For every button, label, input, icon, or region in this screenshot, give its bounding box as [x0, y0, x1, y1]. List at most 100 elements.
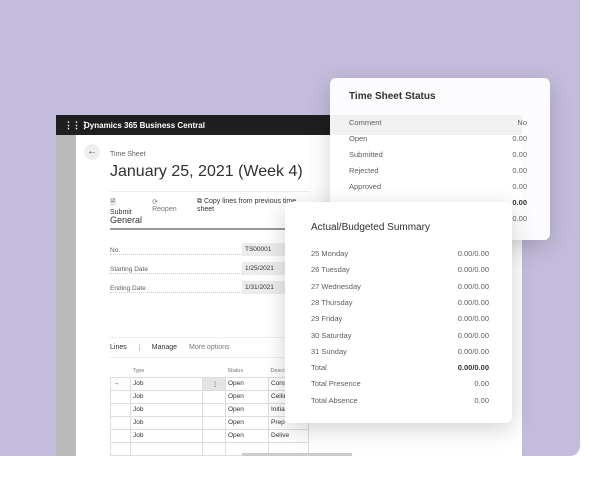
cell-type[interactable]: Job	[130, 428, 203, 443]
action-bar: 🗎 Submit ⟳ Reopen ⧉ Copy lines from prev…	[110, 191, 310, 216]
summary-row: Total Absence 0.00	[311, 396, 489, 405]
summary-row: 29 Friday 0.00/0.00	[311, 314, 489, 323]
summary-label: 27 Wednesday	[311, 281, 361, 291]
row-menu-icon[interactable]	[202, 428, 226, 443]
status-value: No	[517, 118, 527, 127]
cell-type[interactable]: Job	[130, 376, 203, 391]
status-card-title: Time Sheet Status	[349, 91, 436, 102]
summary-label: 25 Monday	[311, 249, 349, 258]
field-no: No. TS00001	[110, 243, 306, 256]
col-status[interactable]: Status	[226, 365, 269, 377]
field-ending-date: Ending Date 1/31/2021	[110, 281, 306, 294]
summary-label: 26 Tuesday	[311, 265, 350, 275]
status-row: Rejected 0.00	[349, 166, 527, 175]
status-label: Approved	[349, 182, 382, 191]
status-label: Comment	[349, 118, 382, 127]
row-menu-icon[interactable]	[202, 402, 226, 417]
horizontal-scrollbar[interactable]	[242, 453, 352, 456]
row-indicator	[110, 428, 131, 443]
col-type[interactable]: Type	[131, 365, 203, 377]
summary-card-title: Actual/Budgeted Summary	[311, 222, 430, 233]
summary-row: 31 Sunday 0.00/0.00	[311, 347, 489, 356]
more-options-button[interactable]: More options	[189, 344, 229, 351]
field-label: No.	[110, 247, 244, 255]
summary-row: 27 Wednesday 0.00/0.00	[311, 282, 489, 291]
status-row: Submitted 0.00	[349, 150, 527, 159]
submit-button[interactable]: 🗎 Submit	[110, 198, 138, 216]
cell-status[interactable]: Open	[225, 389, 269, 404]
summary-row: 25 Monday 0.00/0.00	[311, 249, 489, 258]
summary-value: 0.00/0.00	[457, 314, 489, 324]
table-row[interactable]: Job Open Initial	[110, 402, 309, 417]
row-menu-icon[interactable]	[202, 415, 226, 430]
summary-value: 0.00/0.00	[457, 346, 489, 356]
cell-status[interactable]: Open	[225, 428, 269, 443]
reopen-button[interactable]: ⟳ Reopen	[152, 198, 183, 216]
table-row[interactable]: Job Open Delive	[110, 428, 309, 443]
cell-type[interactable]: Job	[130, 415, 203, 430]
field-label: Ending Date	[110, 285, 244, 293]
breadcrumb: Time Sheet	[110, 151, 146, 158]
app-launcher-icon[interactable]: ⋮⋮⋮	[64, 120, 89, 131]
cell-status[interactable]: Open	[225, 376, 269, 391]
row-indicator	[110, 402, 131, 417]
field-label: Starting Date	[110, 266, 244, 274]
status-label: Rejected	[349, 166, 379, 175]
cell-description[interactable]: Delive	[268, 428, 309, 443]
field-starting-date: Starting Date 1/25/2021	[110, 262, 306, 275]
status-value: 0.00	[512, 182, 527, 191]
summary-row: 30 Saturday 0.00/0.00	[311, 331, 489, 340]
status-label: Open	[349, 134, 368, 143]
summary-value: 0.00/0.00	[457, 297, 489, 307]
summary-row: 28 Thursday 0.00/0.00	[311, 298, 489, 307]
status-value: 0.00	[512, 198, 527, 207]
status-row: Open 0.00	[349, 134, 527, 143]
summary-value: 0.00/0.00	[457, 281, 489, 291]
summary-value: 0.00/0.00	[457, 265, 489, 275]
table-row[interactable]: Job Open Prep	[110, 415, 309, 430]
status-row: Comment No	[349, 118, 527, 127]
summary-label: Total Presence	[311, 379, 361, 389]
tab-lines[interactable]: Lines	[110, 344, 127, 351]
cell-status[interactable]: Open	[225, 415, 269, 430]
divider	[138, 344, 140, 351]
manage-button[interactable]: Manage	[152, 344, 177, 351]
copy-label: Copy lines from previous time sheet	[197, 198, 297, 213]
summary-label: 28 Thursday	[311, 297, 353, 307]
reopen-label: Reopen	[152, 206, 177, 213]
cell-type[interactable]: Job	[130, 389, 203, 404]
summary-label: 30 Saturday	[311, 330, 352, 340]
table-row[interactable]: → Job ⋮ Open Cons	[110, 376, 309, 391]
summary-row: Total Presence 0.00	[311, 379, 489, 388]
summary-row: Total 0.00/0.00	[311, 363, 489, 372]
table-row[interactable]: Job Open Ceilin	[110, 389, 309, 404]
app-title: Dynamics 365 Business Central	[84, 120, 205, 130]
row-menu-icon[interactable]	[202, 389, 226, 404]
row-indicator: →	[110, 376, 131, 391]
summary-value: 0.00/0.00	[457, 249, 489, 258]
summary-value: 0.00/0.00	[457, 363, 489, 373]
summary-label: Total	[311, 363, 327, 373]
lines-table: Type Status Descr → Job ⋮ Open Cons Job Open Ceil…	[110, 365, 309, 456]
row-indicator	[110, 389, 131, 404]
summary-label: 29 Friday	[311, 314, 343, 324]
status-label: Submitted	[349, 150, 383, 159]
summary-value: 0.00/0.00	[457, 330, 489, 340]
row-indicator	[110, 415, 131, 430]
cell-status[interactable]: Open	[225, 402, 269, 417]
summary-label: 31 Sunday	[311, 346, 347, 356]
status-value: 0.00	[512, 214, 527, 223]
summary-value: 0.00	[474, 379, 489, 389]
back-arrow-icon[interactable]: ←	[84, 144, 100, 160]
actual-budgeted-summary-card: Actual/Budgeted Summary 25 Monday 0.00/0.…	[285, 202, 512, 423]
cell-type[interactable]: Job	[130, 402, 203, 417]
left-strip	[56, 135, 76, 456]
general-heading[interactable]: General	[110, 215, 306, 230]
summary-label: Total Absence	[311, 395, 358, 405]
summary-row: 26 Tuesday 0.00/0.00	[311, 265, 489, 274]
status-value: 0.00	[512, 134, 527, 143]
status-value: 0.00	[512, 150, 527, 159]
status-value: 0.00	[512, 166, 527, 175]
row-menu-icon[interactable]: ⋮	[202, 376, 226, 391]
status-row: Approved 0.00	[349, 182, 527, 191]
